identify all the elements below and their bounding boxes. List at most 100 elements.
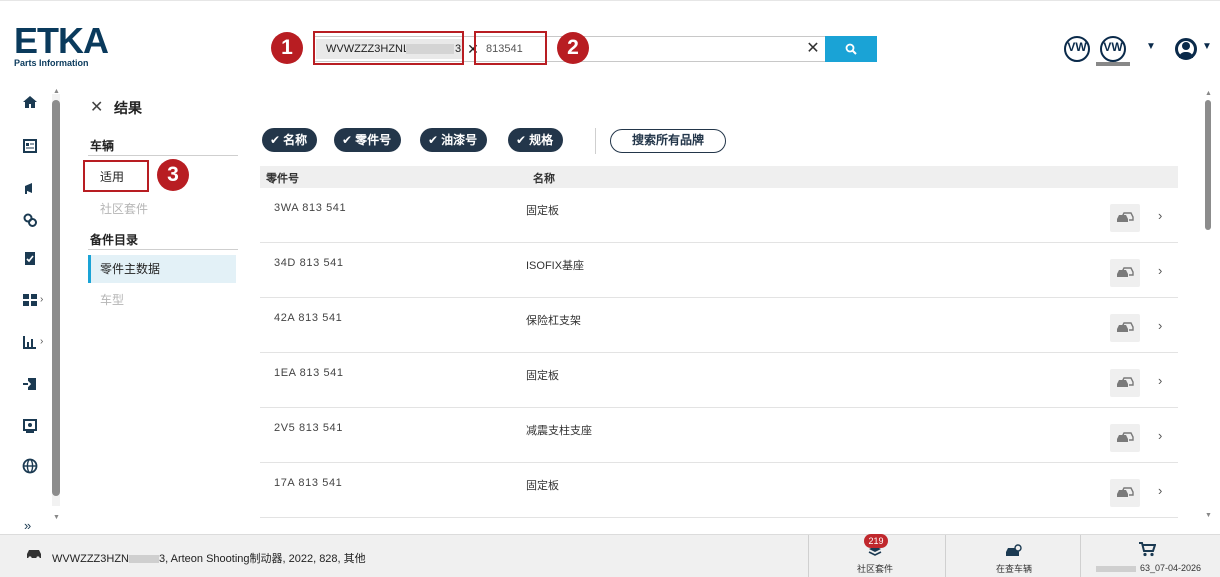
- chip-part-number[interactable]: ✔ 零件号: [334, 128, 402, 152]
- footer-divider: [808, 535, 809, 577]
- row-expand-icon[interactable]: ›: [1158, 263, 1162, 278]
- row-expand-icon[interactable]: ›: [1158, 318, 1162, 333]
- home-icon[interactable]: [22, 94, 38, 110]
- cars-icon: [1117, 322, 1134, 332]
- expand-rail-icon[interactable]: »: [24, 518, 31, 533]
- diagnostics-icon[interactable]: [22, 418, 38, 434]
- vehicle-applicability-button[interactable]: [1110, 259, 1140, 287]
- chip-name[interactable]: ✔ 名称: [262, 128, 318, 152]
- table-row[interactable]: 42A 813 541 保险杠支架 ›: [260, 298, 1178, 353]
- table-row[interactable]: 2V5 813 541 减震支柱支座 ›: [260, 408, 1178, 463]
- brand-dropdown-icon[interactable]: ▼: [1146, 41, 1156, 52]
- search-all-brands-button[interactable]: 搜索所有品牌: [610, 129, 726, 153]
- etka-logo[interactable]: ETKA Parts Information: [14, 20, 109, 69]
- vw-commercial-caption: [1096, 62, 1130, 66]
- part-number: 42A 813 541: [274, 312, 343, 324]
- clipboard-icon[interactable]: [22, 250, 38, 266]
- community-kits-label: 社区套件: [856, 564, 893, 574]
- vw-commercial-logo[interactable]: VW: [1100, 36, 1126, 62]
- reports-icon[interactable]: [22, 334, 38, 350]
- filter-part-master-data[interactable]: 零件主数据: [88, 255, 236, 283]
- vehicles-in-check-button[interactable]: 在查车辆: [979, 539, 1049, 575]
- kits-icon[interactable]: [22, 292, 38, 308]
- vehicle-search-icon: [1006, 544, 1022, 556]
- check-icon: ✔: [516, 133, 527, 147]
- account-dropdown-icon[interactable]: ▼: [1202, 41, 1212, 52]
- results-title: 结果: [114, 100, 142, 116]
- rail-scroll-down-icon[interactable]: ▼: [53, 514, 60, 521]
- vehicle-vin-prefix: WVWZZZ3HZN: [52, 553, 129, 565]
- check-icon: ✔: [342, 133, 353, 147]
- part-number: 2V5 813 541: [274, 422, 343, 434]
- chip-name-label: 名称: [283, 133, 308, 147]
- part-name: ISOFIX基座: [526, 260, 585, 272]
- parts-icon[interactable]: [22, 212, 38, 228]
- vehicle-description: 3, Arteon Shooting制动器, 2022, 828, 其他: [158, 553, 366, 565]
- cart-icon[interactable]: [1138, 541, 1156, 557]
- footer-divider: [945, 535, 946, 577]
- current-vehicle-summary[interactable]: WVWZZZ3HZN 3, Arteon Shooting制动器, 2022, 8…: [52, 550, 366, 566]
- part-number: 34D 813 541: [274, 257, 344, 269]
- logo-wordmark: ETKA: [14, 20, 109, 61]
- part-number: 3WA 813 541: [274, 202, 347, 214]
- part-number: 1EA 813 541: [274, 367, 344, 379]
- results-filter-panel: ✕ 结果 车辆 适用 社区套件 备件目录 零件主数据 车型 3: [80, 86, 250, 534]
- column-name[interactable]: 名称: [533, 170, 555, 186]
- close-results-icon[interactable]: ✕: [90, 97, 103, 117]
- cars-icon: [1117, 432, 1134, 442]
- vehicle-applicability-button[interactable]: [1110, 479, 1140, 507]
- vehicle-applicability-button[interactable]: [1110, 204, 1140, 232]
- campaign-icon[interactable]: [22, 180, 38, 196]
- callout-badge-1: 1: [271, 32, 303, 64]
- chip-paint-code[interactable]: ✔ 油漆号: [420, 128, 488, 152]
- filter-vehicle-model[interactable]: 车型: [88, 286, 236, 314]
- part-name: 减震支柱支座: [526, 425, 592, 437]
- row-expand-icon[interactable]: ›: [1158, 483, 1162, 498]
- cars-icon: [1117, 487, 1134, 497]
- column-part-number[interactable]: 零件号: [266, 170, 299, 186]
- row-expand-icon[interactable]: ›: [1158, 373, 1162, 388]
- cart-reference: 63_07-04-2026: [1140, 563, 1202, 573]
- table-row[interactable]: 3WA 813 541 固定板 ›: [260, 188, 1178, 243]
- cart-label[interactable]: 63_07-04-2026: [1096, 563, 1201, 573]
- table-row[interactable]: 17A 813 541 固定板 ›: [260, 463, 1178, 518]
- app-header: ETKA Parts Information WVWZZZ3HZNL 3 ✕ ✕…: [0, 0, 1220, 86]
- chip-specification[interactable]: ✔ 规格: [508, 128, 564, 152]
- results-scroll-up-icon[interactable]: ▲: [1205, 90, 1212, 97]
- cars-icon: [1117, 212, 1134, 222]
- part-name: 固定板: [526, 370, 559, 382]
- table-row[interactable]: 34D 813 541 ISOFIX基座 ›: [260, 243, 1178, 298]
- part-number: 17A 813 541: [274, 477, 343, 489]
- search-button[interactable]: [825, 36, 877, 62]
- cars-icon: [1117, 377, 1134, 387]
- vehicle-applicability-button[interactable]: [1110, 314, 1140, 342]
- import-icon[interactable]: [22, 376, 38, 392]
- results-scroll-down-icon[interactable]: ▼: [1205, 512, 1212, 519]
- vehicle-applicability-button[interactable]: [1110, 369, 1140, 397]
- results-scrollbar-thumb[interactable]: [1205, 100, 1211, 230]
- rail-scroll-up-icon[interactable]: ▲: [53, 88, 60, 95]
- kits-expand-icon[interactable]: ›: [40, 294, 43, 305]
- filters-divider: [595, 128, 596, 154]
- table-row[interactable]: 1EA 813 541 固定板 ›: [260, 353, 1178, 408]
- vw-logo-text: VW: [1067, 40, 1087, 54]
- row-expand-icon[interactable]: ›: [1158, 208, 1162, 223]
- navigation-rail: ▲ ▼ › › »: [0, 86, 72, 534]
- vw-brand-logo[interactable]: VW: [1064, 36, 1090, 62]
- vehicle-applicability-button[interactable]: [1110, 424, 1140, 452]
- vw-logo-text-2: VW: [1103, 40, 1123, 54]
- row-expand-icon[interactable]: ›: [1158, 428, 1162, 443]
- cart-redaction: [1096, 565, 1136, 572]
- rail-scrollbar-thumb[interactable]: [52, 100, 60, 496]
- chip-specification-label: 规格: [529, 133, 554, 147]
- user-account-icon[interactable]: [1175, 38, 1197, 60]
- check-icon: ✔: [270, 133, 281, 147]
- catalog-icon[interactable]: [22, 138, 38, 154]
- clear-search-icon[interactable]: ✕: [805, 39, 821, 59]
- filter-community-kits[interactable]: 社区套件: [88, 195, 236, 223]
- vehicles-in-check-label: 在查车辆: [995, 564, 1032, 574]
- reports-expand-icon[interactable]: ›: [40, 336, 43, 347]
- cars-icon: [1117, 267, 1134, 277]
- globe-icon[interactable]: [22, 458, 38, 474]
- callout-badge-3: 3: [157, 159, 189, 191]
